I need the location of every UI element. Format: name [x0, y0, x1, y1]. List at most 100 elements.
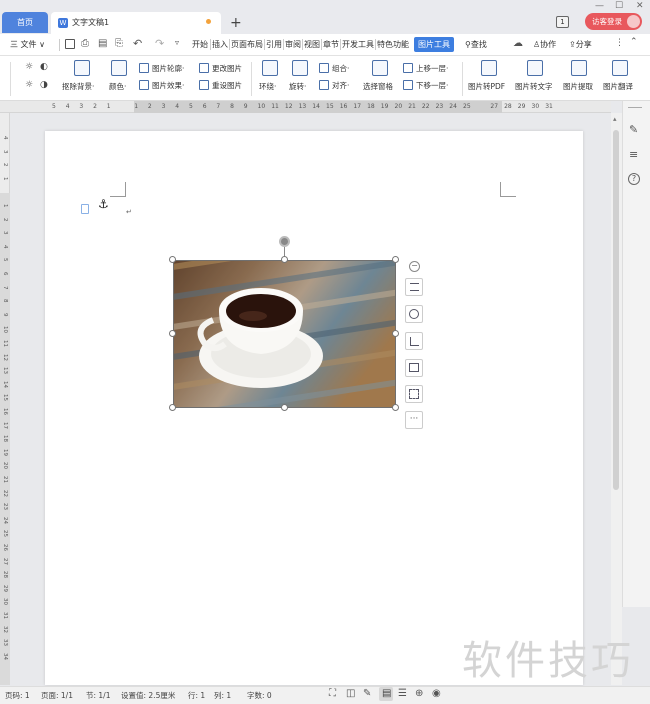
bring-forward-button[interactable]: 上移一层· [416, 63, 448, 74]
eye-protection-icon[interactable]: ◉ [432, 688, 441, 699]
write-mode-icon[interactable]: ✎ [363, 688, 371, 699]
change-picture-float-button[interactable] [405, 359, 423, 377]
resize-handle-left[interactable] [169, 330, 176, 337]
contrast-down-icon[interactable]: ◑ [40, 80, 48, 90]
guest-login-button[interactable]: 访客登录 [585, 13, 642, 30]
picture-translate-icon[interactable] [612, 60, 628, 76]
send-backward-button[interactable]: 下移一层· [416, 80, 448, 91]
tab-home[interactable]: 首页 [2, 12, 48, 33]
color-button[interactable]: 颜色· [109, 81, 126, 92]
pen-icon[interactable]: ✎ [629, 123, 638, 136]
anchor-icon[interactable]: ⚓ [98, 197, 109, 211]
resize-handle-top-left[interactable] [169, 256, 176, 263]
picture-outline-button[interactable]: 图片轮廓· [152, 63, 184, 74]
resize-handle-right[interactable] [392, 330, 399, 337]
selection-pane-button[interactable]: 选择窗格 [363, 81, 393, 92]
resize-handle-top-right[interactable] [392, 256, 399, 263]
pane-drag-handle[interactable] [628, 107, 642, 108]
print-icon[interactable]: ▤ [98, 38, 107, 49]
cloud-icon[interactable]: ☁ [513, 38, 523, 49]
wrap-icon[interactable] [262, 60, 278, 76]
rotate-button[interactable]: 旋转· [289, 81, 306, 92]
search-button[interactable]: ⚲查找 [465, 39, 487, 50]
rotate-handle-icon[interactable] [279, 236, 290, 247]
collapse-toolbar-icon[interactable]: − [409, 261, 420, 272]
status-pages[interactable]: 页面: 1/1 [41, 690, 73, 701]
menu-chapter[interactable]: 章节 [322, 39, 341, 50]
resize-handle-bottom[interactable] [281, 404, 288, 411]
collapse-ribbon-icon[interactable]: ⌃ [630, 37, 638, 47]
menu-developer[interactable]: 开发工具 [341, 39, 376, 50]
menu-page-layout[interactable]: 页面布局 [230, 39, 265, 50]
crop-button[interactable] [405, 332, 423, 350]
group-button[interactable]: 组合· [332, 63, 349, 74]
scroll-up-icon[interactable]: ▴ [613, 115, 617, 123]
brightness-up-icon[interactable]: ☼ [25, 62, 33, 72]
resize-handle-bottom-right[interactable] [392, 404, 399, 411]
status-page-code[interactable]: 页码: 1 [5, 690, 30, 701]
align-button[interactable]: 对齐· [332, 80, 349, 91]
selection-pane-icon[interactable] [372, 60, 388, 76]
reset-picture-button[interactable]: 重设图片 [212, 80, 242, 91]
window-count-badge[interactable]: 1 [556, 16, 569, 28]
resize-handle-bottom-left[interactable] [169, 404, 176, 411]
maximize-button[interactable]: ☐ [615, 1, 623, 11]
collab-button[interactable]: ♙协作 [533, 39, 556, 50]
rotate-icon[interactable] [292, 60, 308, 76]
picture-to-pdf-button[interactable]: 图片转PDF [468, 81, 505, 92]
resize-handle-top[interactable] [281, 256, 288, 263]
status-row[interactable]: 行: 1 [188, 690, 205, 701]
wrap-button[interactable]: 环绕· [259, 81, 276, 92]
picture-translate-button[interactable]: 图片翻译 [603, 81, 633, 92]
menu-features[interactable]: 特色功能 [376, 39, 410, 50]
brightness-down-icon[interactable]: ☼ [25, 80, 33, 90]
read-mode-icon[interactable]: ◫ [346, 688, 355, 699]
preview-icon[interactable]: ⎘ [115, 38, 123, 49]
tab-document[interactable]: W 文字文稿1 [51, 12, 221, 34]
help-icon[interactable]: ? [628, 173, 640, 185]
color-icon[interactable] [111, 60, 127, 76]
undo-icon[interactable]: ↶ [133, 37, 142, 50]
share-button[interactable]: ⇪分享 [569, 39, 592, 50]
redo-icon[interactable]: ↷ [155, 37, 164, 50]
picture-to-text-icon[interactable] [527, 60, 543, 76]
status-column[interactable]: 列: 1 [214, 690, 231, 701]
paragraph-layout-icon[interactable] [81, 204, 89, 214]
more-icon[interactable]: ⋮ [615, 38, 624, 48]
menu-review[interactable]: 审阅 [284, 39, 303, 50]
web-view-icon[interactable]: ⊕ [415, 688, 423, 699]
change-picture-button[interactable]: 更改图片 [212, 63, 242, 74]
contrast-up-icon[interactable]: ◐ [40, 62, 48, 72]
status-word-count[interactable]: 字数: 0 [247, 690, 272, 701]
menu-insert[interactable]: 插入 [211, 39, 230, 50]
picture-to-pdf-icon[interactable] [481, 60, 497, 76]
menu-view[interactable]: 视图 [303, 39, 322, 50]
more-options-button[interactable]: ··· [405, 411, 423, 429]
settings-sliders-icon[interactable]: ≡ [629, 148, 638, 161]
focus-mode-icon[interactable]: ⛶ [329, 688, 336, 699]
tab-picture-tools[interactable]: 图片工具 [414, 37, 454, 52]
status-setting-value[interactable]: 设置值: 2.5厘米 [121, 690, 175, 701]
more-quick-icon[interactable]: ▿ [175, 38, 179, 47]
picture-extract-button[interactable]: 图片提取 [563, 81, 593, 92]
remove-background-button[interactable]: 抠除背景· [62, 81, 94, 92]
remove-background-icon[interactable] [74, 60, 90, 76]
picture-to-text-float-button[interactable] [405, 385, 423, 403]
picture-extract-icon[interactable] [571, 60, 587, 76]
menu-start[interactable]: 开始 [192, 39, 211, 50]
new-tab-button[interactable]: + [230, 15, 242, 31]
file-menu[interactable]: 三 文件 ∨ [10, 39, 45, 50]
picture-to-text-button[interactable]: 图片转文字 [515, 81, 553, 92]
scrollbar-thumb[interactable] [613, 130, 619, 490]
status-section[interactable]: 节: 1/1 [86, 690, 110, 701]
menu-reference[interactable]: 引用 [265, 39, 284, 50]
close-button[interactable]: ✕ [636, 1, 644, 11]
zoom-picture-button[interactable] [405, 305, 423, 323]
save-icon[interactable] [65, 39, 75, 49]
layout-options-button[interactable] [405, 278, 423, 296]
minimize-button[interactable]: — [595, 1, 604, 11]
outline-view-icon[interactable]: ☰ [398, 688, 407, 699]
picture-effect-button[interactable]: 图片效果· [152, 80, 184, 91]
output-icon[interactable]: ⎙ [81, 38, 89, 49]
coffee-cup-picture[interactable] [173, 260, 396, 408]
